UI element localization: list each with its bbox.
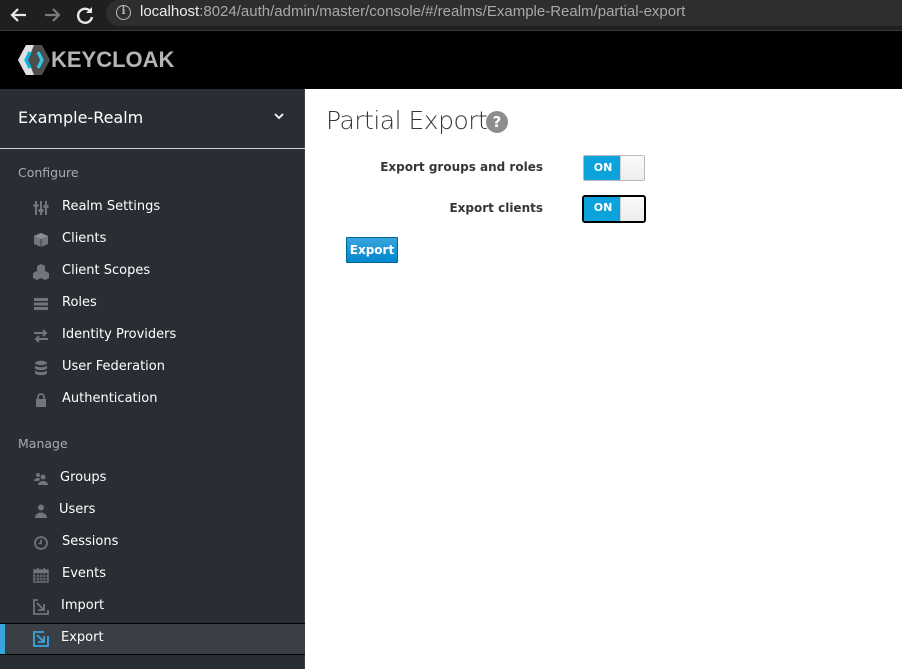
- sidebar-item-sessions[interactable]: Sessions: [0, 527, 305, 559]
- help-icon[interactable]: ?: [486, 111, 508, 133]
- export-button[interactable]: Export: [346, 237, 398, 263]
- sidebar-item-label: Roles: [62, 295, 97, 310]
- sidebar-item-label: Import: [61, 598, 105, 613]
- sidebar-item-label: User Federation: [62, 359, 165, 374]
- lock-icon: [36, 393, 46, 407]
- reload-icon: [76, 7, 94, 24]
- sidebar-item-label: Events: [62, 566, 107, 581]
- sidebar-item-events[interactable]: Events: [0, 559, 305, 591]
- keycloak-logo[interactable]: KEYCLOAK: [17, 44, 174, 76]
- export-groups-roles-label: Export groups and roles: [380, 160, 543, 174]
- sidebar-item-label: Sessions: [62, 534, 119, 549]
- sidebar-item-realm-settings[interactable]: Realm Settings: [0, 192, 305, 224]
- exchange-icon: [34, 329, 48, 343]
- sliders-icon: [33, 201, 49, 215]
- sidebar-item-label: Client Scopes: [62, 263, 151, 278]
- sidebar-item-export[interactable]: Export: [0, 623, 305, 655]
- forward-button[interactable]: [40, 3, 64, 27]
- toggle-handle: [620, 156, 644, 180]
- sidebar: Example-Realm Configure Realm Settings C…: [0, 89, 305, 669]
- toggle-handle: [620, 197, 644, 221]
- cube-icon: [34, 233, 48, 247]
- section-manage: Manage: [18, 436, 68, 451]
- realm-selector[interactable]: Example-Realm: [0, 89, 305, 149]
- sidebar-item-roles[interactable]: Roles: [0, 288, 305, 320]
- chevron-down-icon: [274, 113, 284, 120]
- browser-toolbar: i localhost:8024/auth/admin/master/conso…: [0, 0, 902, 31]
- sidebar-item-label: Groups: [60, 470, 107, 485]
- database-icon: [35, 360, 47, 376]
- arrow-left-icon: [10, 8, 26, 22]
- sidebar-item-label: Export: [61, 630, 104, 645]
- back-button[interactable]: [7, 3, 31, 27]
- logo-text: KEYCLOAK: [51, 47, 175, 72]
- sidebar-item-label: Realm Settings: [62, 199, 161, 214]
- calendar-icon: [33, 568, 49, 583]
- page-title: Partial Export: [326, 106, 488, 135]
- export-groups-roles-toggle[interactable]: ON: [583, 155, 645, 181]
- clock-icon: [34, 536, 48, 550]
- app-header: KEYCLOAK: [0, 31, 902, 89]
- arrow-right-icon: [45, 8, 61, 22]
- toggle-on-label: ON: [584, 156, 622, 180]
- export-clients-label: Export clients: [449, 201, 543, 215]
- sidebar-item-import[interactable]: Import: [0, 591, 305, 623]
- export-icon: [33, 631, 49, 647]
- url-host: localhost: [140, 3, 200, 20]
- section-configure: Configure: [18, 165, 79, 180]
- sidebar-item-client-scopes[interactable]: Client Scopes: [0, 256, 305, 288]
- sidebar-item-clients[interactable]: Clients: [0, 224, 305, 256]
- main-content: Partial Export ? Export groups and roles…: [305, 89, 902, 669]
- sidebar-item-label: Clients: [62, 231, 107, 246]
- info-icon[interactable]: i: [116, 5, 131, 20]
- import-icon: [33, 599, 49, 615]
- cubes-icon: [33, 264, 49, 280]
- sidebar-item-label: Authentication: [62, 391, 158, 406]
- sidebar-item-authentication[interactable]: Authentication: [0, 384, 305, 416]
- keycloak-logo-icon: [18, 45, 50, 75]
- sidebar-item-users[interactable]: Users: [0, 495, 305, 527]
- sidebar-item-groups[interactable]: Groups: [0, 463, 305, 495]
- sidebar-item-label: Identity Providers: [62, 327, 177, 342]
- toggle-on-label: ON: [584, 197, 622, 221]
- sidebar-item-identity-providers[interactable]: Identity Providers: [0, 320, 305, 352]
- export-clients-toggle[interactable]: ON: [582, 195, 646, 223]
- reload-button[interactable]: [73, 3, 97, 27]
- user-icon: [35, 504, 47, 518]
- users-icon: [34, 473, 48, 485]
- url-path: :8024/auth/admin/master/console/#/realms…: [199, 3, 686, 20]
- sidebar-item-user-federation[interactable]: User Federation: [0, 352, 305, 384]
- url-text[interactable]: localhost:8024/auth/admin/master/console…: [140, 3, 685, 20]
- server-icon: [34, 298, 48, 310]
- realm-name: Example-Realm: [18, 108, 144, 127]
- sidebar-item-label: Users: [59, 502, 96, 517]
